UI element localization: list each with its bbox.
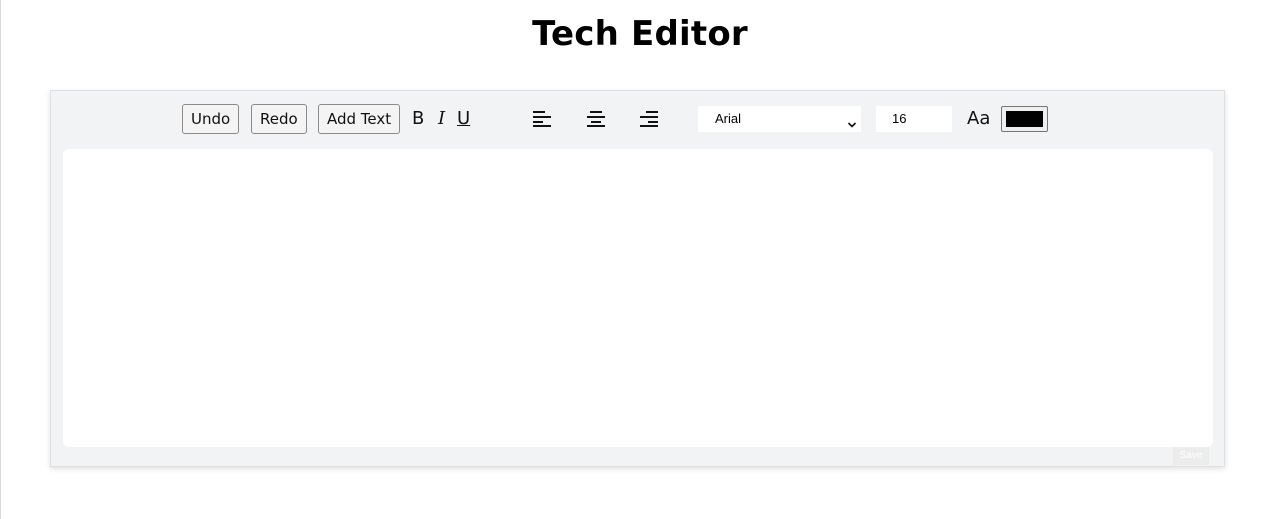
toolbar: Undo Redo Add Text B I U Arial 16 Aa (51, 91, 1224, 149)
align-right-icon[interactable] (639, 110, 659, 128)
redo-button[interactable]: Redo (251, 104, 307, 134)
undo-button[interactable]: Undo (182, 104, 240, 134)
add-text-button[interactable]: Add Text (318, 104, 401, 134)
underline-button[interactable]: U (457, 107, 470, 131)
save-button[interactable]: Save (1173, 447, 1209, 465)
font-family-value: Arial (715, 111, 742, 126)
text-editor-area[interactable] (63, 149, 1213, 447)
align-center-icon[interactable] (586, 110, 606, 128)
align-left-icon[interactable] (532, 110, 552, 128)
color-swatch (1006, 111, 1043, 127)
italic-button[interactable]: I (438, 107, 445, 131)
editor-container: Undo Redo Add Text B I U Arial 16 Aa Sav… (50, 90, 1225, 467)
bold-button[interactable]: B (412, 107, 424, 131)
chevron-down-icon (847, 113, 857, 128)
page-left-border (0, 0, 1, 519)
font-family-select[interactable]: Arial (698, 106, 861, 132)
text-color-picker[interactable] (1001, 106, 1048, 132)
page-title: Tech Editor (532, 14, 748, 54)
font-size-input[interactable]: 16 (876, 106, 952, 132)
case-toggle-button[interactable]: Aa (967, 107, 990, 131)
